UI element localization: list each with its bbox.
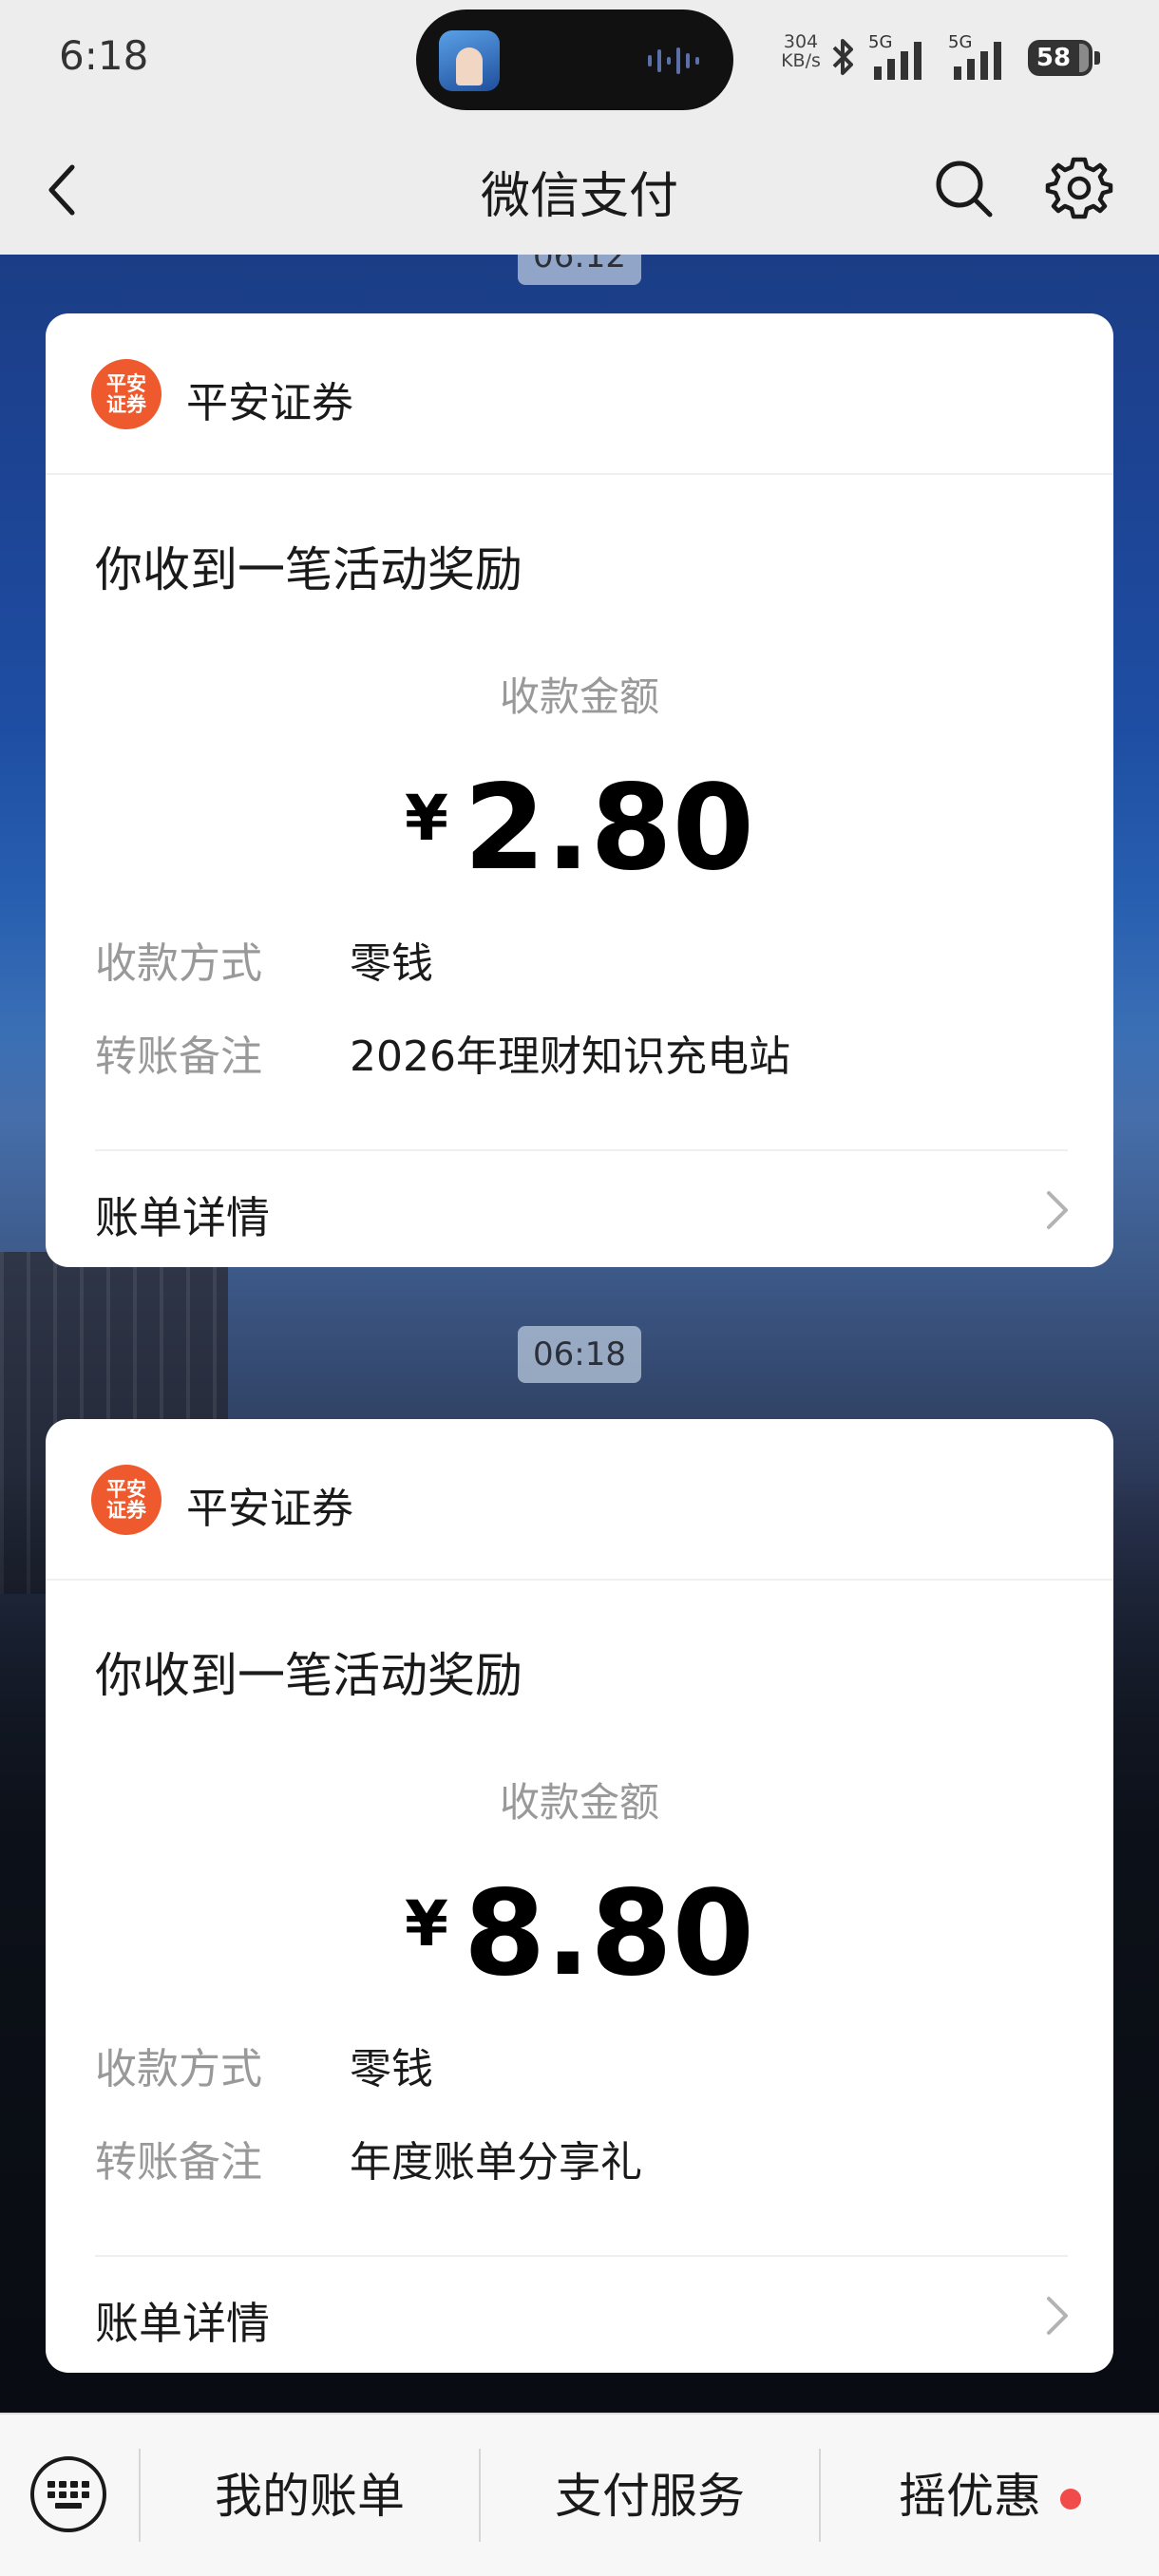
- card-header: 平安 证券 平安证券: [46, 1419, 1113, 1581]
- payment-method-row: 收款方式 零钱: [95, 929, 433, 990]
- transfer-note-value: 年度账单分享礼: [350, 2138, 642, 2187]
- message-timestamp: 06:12: [518, 255, 641, 285]
- transfer-note-label: 转账备注: [95, 2138, 262, 2187]
- menu-my-bills[interactable]: 我的账单: [141, 2415, 479, 2576]
- transfer-note-value: 2026年理财知识充电站: [350, 1032, 790, 1081]
- card-title: 你收到一笔活动奖励: [95, 542, 522, 597]
- brand-logo: 平安 证券: [91, 359, 162, 429]
- payment-method-label: 收款方式: [95, 2045, 262, 2093]
- card-title: 你收到一笔活动奖励: [95, 1648, 522, 1703]
- network-speed: 304 KB/s: [781, 31, 821, 71]
- dynamic-island[interactable]: [416, 9, 733, 110]
- payment-method-value: 零钱: [350, 2045, 433, 2093]
- brand-logo: 平安 证券: [91, 1465, 162, 1535]
- amount-label: 收款金额: [499, 1779, 659, 1826]
- card-header: 平安 证券 平安证券: [46, 313, 1113, 475]
- media-thumbnail: [439, 30, 500, 91]
- bill-detail-label: 账单详情: [95, 1192, 270, 1243]
- amount: ¥8.80: [46, 1866, 1113, 2002]
- notification-dot: [1060, 2489, 1081, 2510]
- message-timestamp: 06:18: [518, 1326, 641, 1383]
- bottom-menu-bar: 我的账单 支付服务 摇优惠: [0, 2413, 1159, 2576]
- signal-icon: 5G: [948, 32, 1001, 80]
- payment-notification-card[interactable]: 平安 证券 平安证券 你收到一笔活动奖励 收款金额 ¥2.80 收款方式 零钱 转账…: [46, 313, 1113, 1267]
- chevron-right-icon: [1047, 1191, 1068, 1229]
- keyboard-icon[interactable]: [28, 2454, 108, 2534]
- payment-notification-card[interactable]: 平安 证券 平安证券 你收到一笔活动奖励 收款金额 ¥8.80 收款方式 零钱 转账…: [46, 1419, 1113, 2373]
- brand-name: 平安证券: [186, 379, 353, 427]
- bill-detail-label: 账单详情: [95, 2298, 270, 2349]
- bill-detail-link[interactable]: 账单详情: [46, 2257, 1113, 2373]
- payment-method-row: 收款方式 零钱: [95, 2035, 433, 2095]
- signal-icon: 5G: [868, 32, 922, 80]
- svg-text:5G: 5G: [868, 32, 892, 52]
- bill-detail-link[interactable]: 账单详情: [46, 1151, 1113, 1267]
- transfer-note-row: 转账备注 2026年理财知识充电站: [95, 1022, 790, 1083]
- amount-value: 2.80: [463, 760, 754, 897]
- chevron-right-icon: [1047, 2297, 1068, 2335]
- svg-text:5G: 5G: [948, 32, 972, 52]
- bluetooth-icon: [832, 39, 853, 75]
- transfer-note-row: 转账备注 年度账单分享礼: [95, 2128, 642, 2188]
- amount-label: 收款金额: [499, 673, 659, 720]
- status-time: 6:18: [59, 32, 149, 79]
- battery-icon: 58: [1028, 40, 1100, 76]
- status-bar: 6:18 304 KB/s 5G 5G 58: [0, 0, 1159, 123]
- audio-wave-icon: [648, 47, 699, 74]
- message-list[interactable]: 06:12 平安 证券 平安证券 你收到一笔活动奖励 收款金额 ¥2.80 收款方…: [0, 255, 1159, 2413]
- nav-bar: 微信支付: [0, 123, 1159, 255]
- menu-payment-services[interactable]: 支付服务: [481, 2415, 819, 2576]
- gear-icon[interactable]: [1045, 154, 1113, 222]
- menu-shake-deals[interactable]: 摇优惠: [821, 2415, 1159, 2576]
- payment-method-label: 收款方式: [95, 939, 262, 988]
- payment-method-value: 零钱: [350, 939, 433, 988]
- currency-symbol: ¥: [405, 1887, 448, 1960]
- status-indicators: 304 KB/s 5G 5G 58: [779, 28, 1102, 85]
- search-icon[interactable]: [931, 156, 996, 220]
- amount: ¥2.80: [46, 760, 1113, 897]
- transfer-note-label: 转账备注: [95, 1032, 262, 1081]
- currency-symbol: ¥: [405, 782, 448, 855]
- amount-value: 8.80: [463, 1866, 754, 2002]
- brand-name: 平安证券: [186, 1485, 353, 1533]
